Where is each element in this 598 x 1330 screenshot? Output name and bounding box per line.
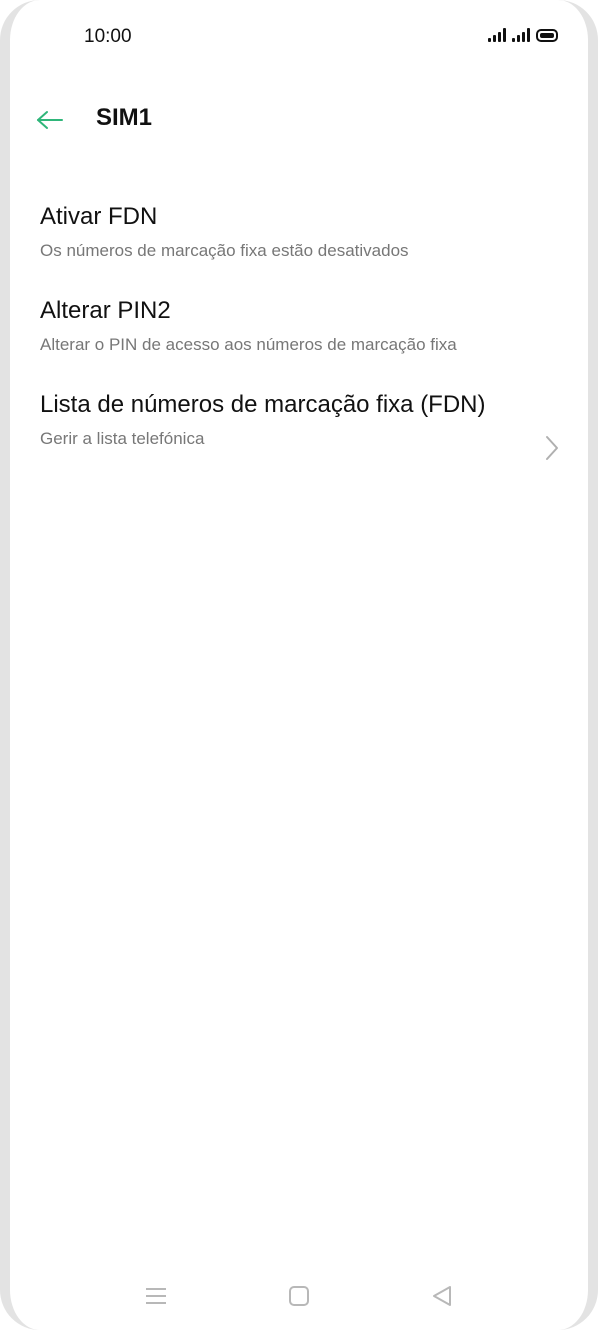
status-icons [488,28,558,42]
item-title: Lista de números de marcação fixa (FDN) [40,391,486,418]
app-header: SIM1 [0,92,598,148]
home-button[interactable] [285,1282,313,1310]
navigation-bar [0,1270,598,1318]
back-nav-button[interactable] [428,1282,456,1310]
list-item-change-pin2[interactable]: Alterar PIN2 Alterar o PIN de acesso aos… [0,284,598,378]
chevron-right-icon [546,436,558,460]
battery-icon [536,29,558,42]
arrow-left-icon [37,111,63,129]
item-subtitle: Alterar o PIN de acesso aos números de m… [40,335,457,354]
item-subtitle: Gerir a lista telefónica [40,429,205,448]
item-title: Alterar PIN2 [40,297,171,324]
status-bar: 10:00 [0,0,598,80]
list-item-fdn-list[interactable]: Lista de números de marcação fixa (FDN) … [0,378,598,472]
page-title: SIM1 [96,104,153,131]
item-title: Ativar FDN [40,203,158,230]
back-triangle-icon [433,1286,451,1306]
settings-list: Ativar FDN Os números de marcação fixa e… [0,190,598,472]
menu-icon [146,1288,166,1304]
signal-icon-sim1 [488,28,506,42]
status-time: 10:00 [84,26,132,47]
item-subtitle: Os números de marcação fixa estão desati… [40,241,409,260]
back-button[interactable] [32,102,68,138]
home-icon [289,1286,309,1306]
signal-icon-sim2 [512,28,530,42]
list-item-enable-fdn[interactable]: Ativar FDN Os números de marcação fixa e… [0,190,598,284]
menu-button[interactable] [142,1282,170,1310]
